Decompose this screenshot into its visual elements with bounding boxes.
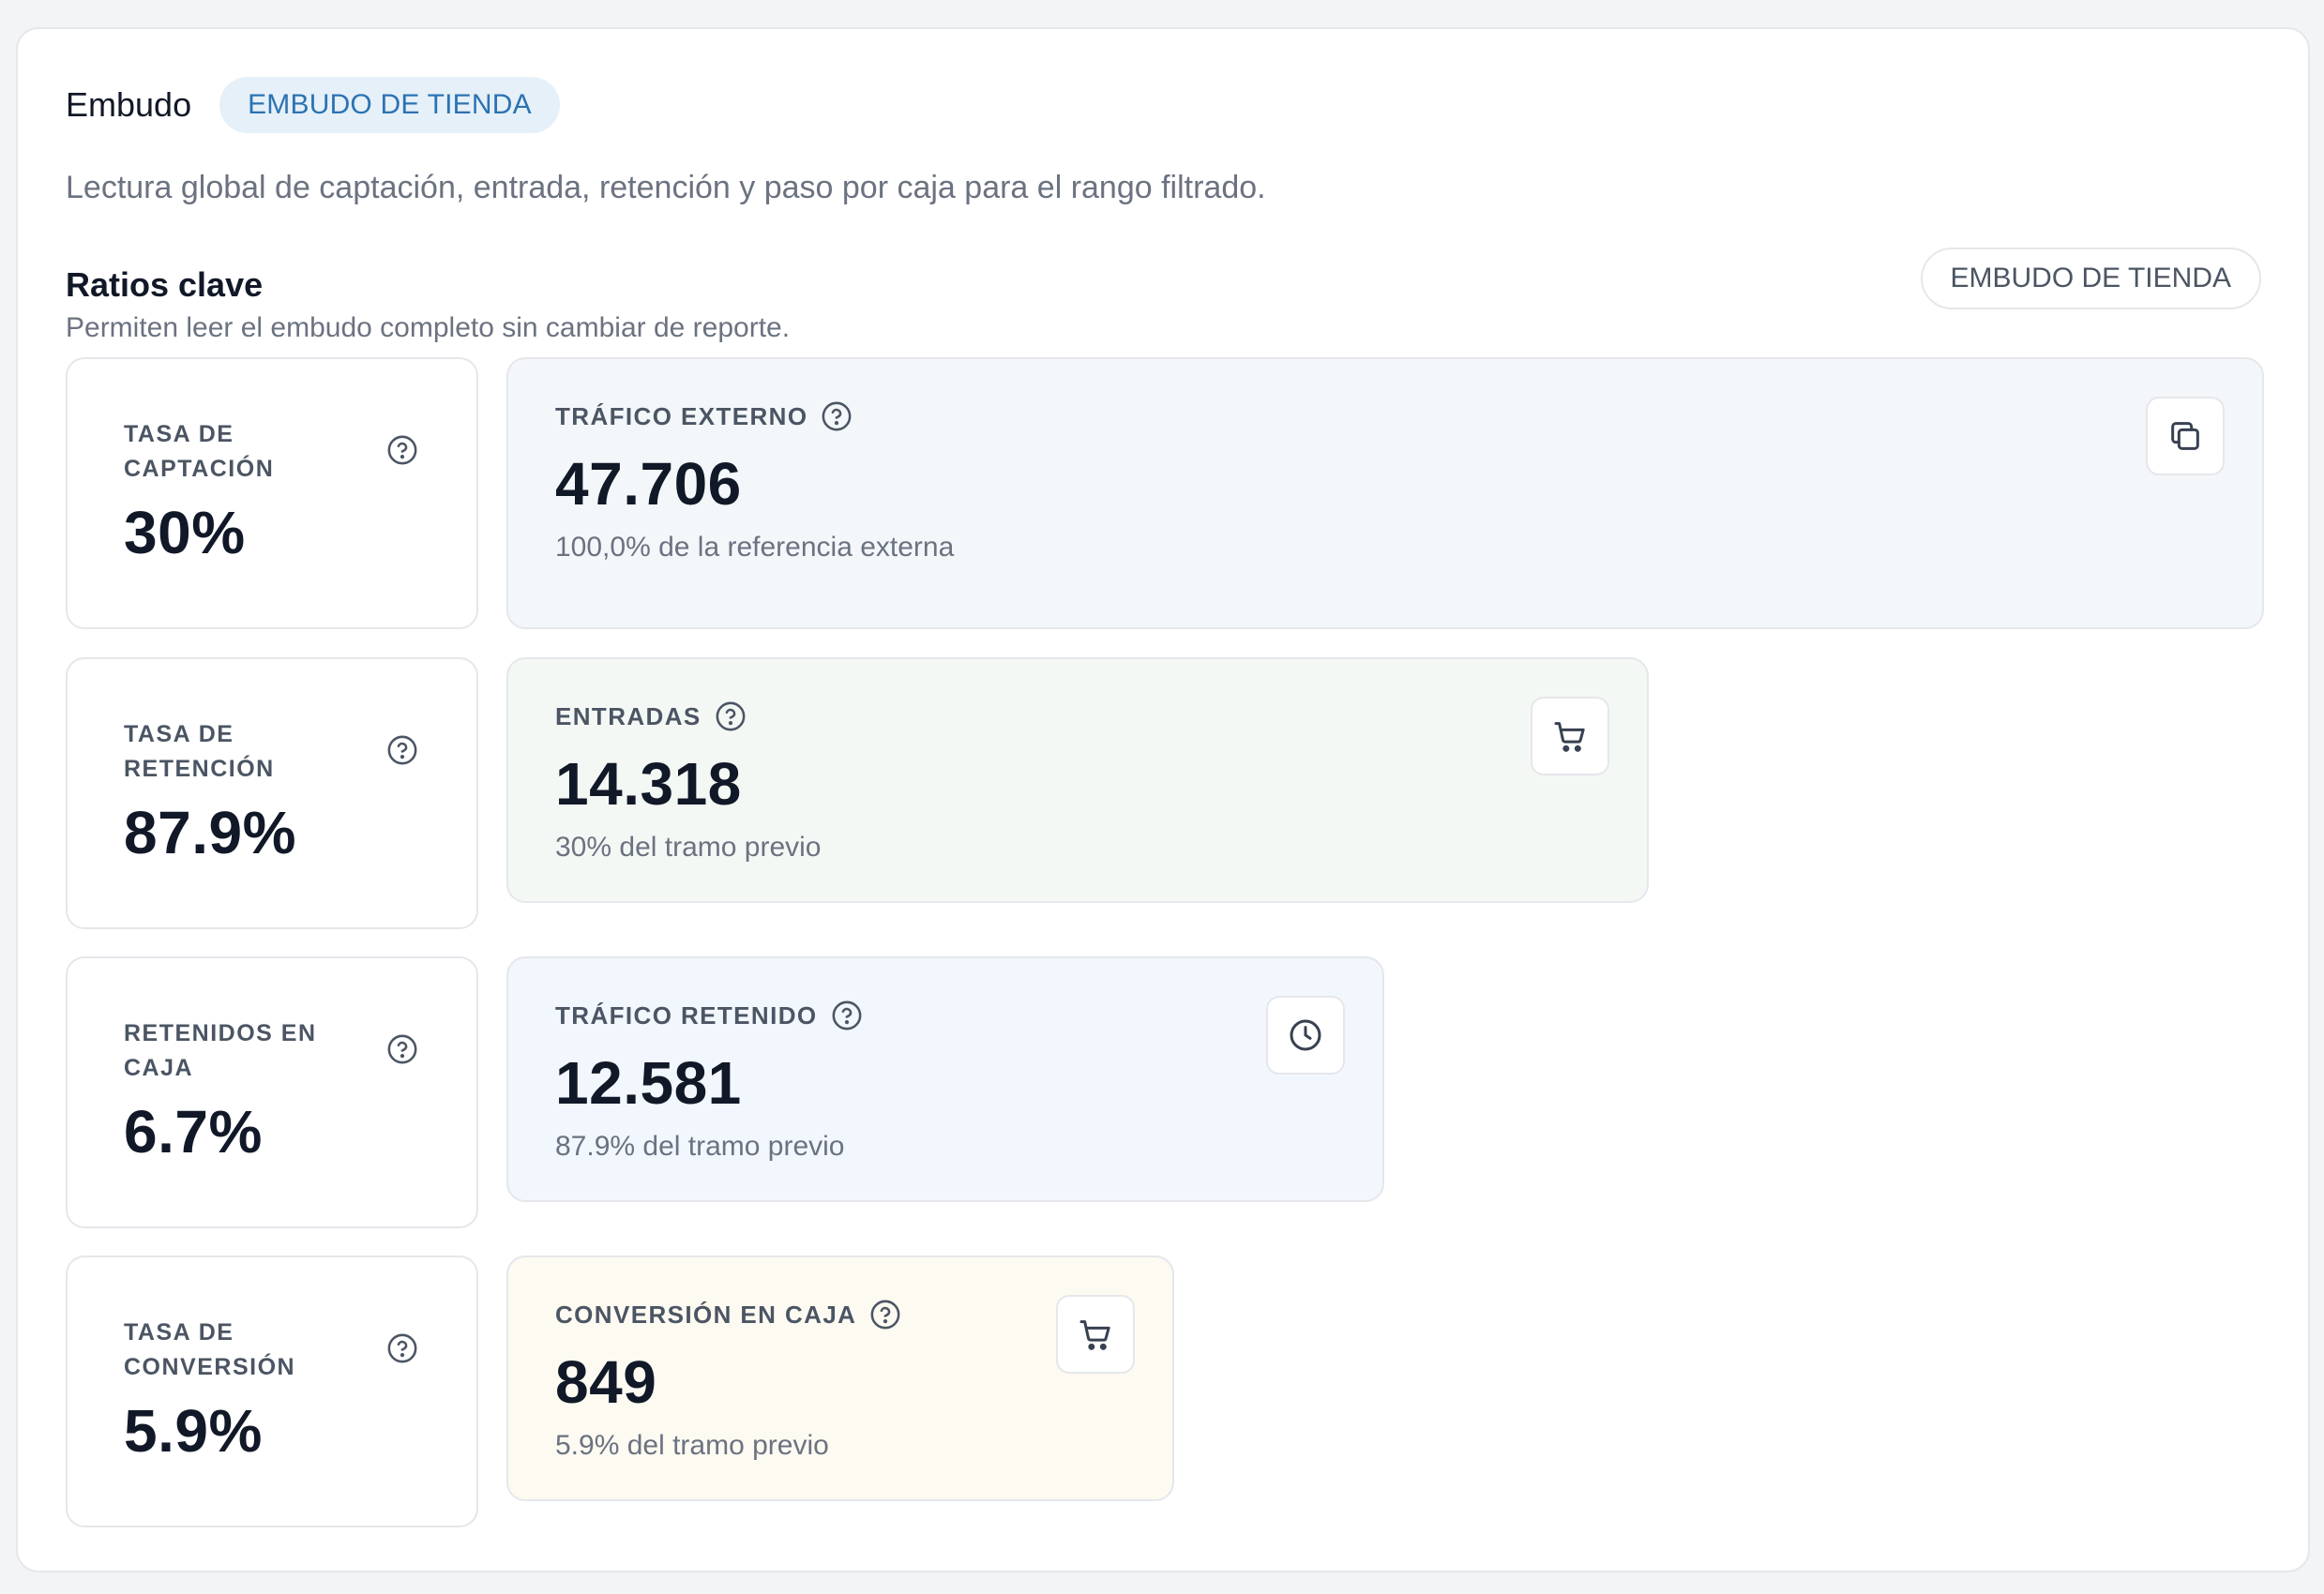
- stage-card-conversion-caja: CONVERSIÓN EN CAJA 849 5.9% del tramo pr…: [506, 1256, 1174, 1501]
- panel-header: Embudo EMBUDO DE TIENDA: [66, 77, 560, 133]
- stage-subtitle: 30% del tramo previo: [555, 832, 822, 863]
- copy-icon: [2171, 422, 2199, 450]
- stage-value: 47.706: [555, 450, 742, 518]
- section-subtitle: Permiten leer el embudo completo sin cam…: [66, 312, 791, 343]
- stage-label: ENTRADAS: [555, 701, 702, 730]
- cart-icon: [1079, 1320, 1110, 1350]
- stage-card-entradas: ENTRADAS 14.318 30% del tramo previo: [506, 657, 1649, 903]
- stage-value: 14.318: [555, 750, 742, 818]
- ratio-label: RETENIDOS EN CAJA: [124, 1020, 317, 1081]
- stage-label: TRÁFICO EXTERNO: [555, 401, 808, 430]
- cart-button[interactable]: [1056, 1295, 1135, 1374]
- help-icon[interactable]: [386, 434, 418, 466]
- stage-card-trafico-retenido: TRÁFICO RETENIDO 12.581 87.9% del tramo …: [506, 956, 1384, 1202]
- help-icon[interactable]: [386, 1033, 418, 1065]
- clock-button[interactable]: [1266, 996, 1345, 1075]
- ratio-card-conversion: TASA DE CONVERSIÓN 5.9%: [66, 1256, 478, 1527]
- ratio-label: TASA DE CONVERSIÓN: [124, 1319, 296, 1380]
- ratio-label: TASA DE CAPTACIÓN: [124, 421, 275, 482]
- section-title: Ratios clave: [66, 265, 264, 304]
- stage-label: TRÁFICO RETENIDO: [555, 1000, 818, 1030]
- panel-description: Lectura global de captación, entrada, re…: [66, 170, 1266, 205]
- panel-title: Embudo: [66, 85, 192, 124]
- funnel-panel: Embudo EMBUDO DE TIENDA Lectura global d…: [16, 27, 2310, 1572]
- help-icon[interactable]: [869, 1299, 901, 1331]
- stage-label: CONVERSIÓN EN CAJA: [555, 1300, 857, 1329]
- stage-subtitle: 100,0% de la referencia externa: [555, 532, 955, 563]
- stage-card-trafico-externo: TRÁFICO EXTERNO 47.706 100,0% de la refe…: [506, 357, 2264, 629]
- help-icon[interactable]: [831, 1000, 863, 1031]
- ratio-value: 6.7%: [124, 1098, 263, 1165]
- help-icon[interactable]: [386, 1332, 418, 1364]
- ratio-label: TASA DE RETENCIÓN: [124, 721, 275, 782]
- copy-button[interactable]: [2146, 397, 2225, 475]
- stage-subtitle: 5.9% del tramo previo: [555, 1430, 829, 1461]
- clock-icon: [1290, 1019, 1321, 1051]
- help-icon[interactable]: [715, 700, 747, 732]
- funnel-badge: EMBUDO DE TIENDA: [219, 77, 560, 133]
- report-tag[interactable]: EMBUDO DE TIENDA: [1920, 248, 2261, 309]
- ratio-card-retencion: TASA DE RETENCIÓN 87.9%: [66, 657, 478, 929]
- ratio-card-retenidos-caja: RETENIDOS EN CAJA 6.7%: [66, 956, 478, 1228]
- ratio-value: 30%: [124, 499, 246, 566]
- stage-subtitle: 87.9% del tramo previo: [555, 1131, 845, 1162]
- help-icon[interactable]: [386, 734, 418, 766]
- cart-icon: [1554, 722, 1585, 752]
- cart-button[interactable]: [1531, 697, 1609, 775]
- stage-value: 849: [555, 1348, 657, 1416]
- ratio-value: 87.9%: [124, 799, 296, 866]
- help-icon[interactable]: [821, 400, 853, 432]
- ratio-card-captacion: TASA DE CAPTACIÓN 30%: [66, 357, 478, 629]
- stage-value: 12.581: [555, 1049, 742, 1117]
- ratio-value: 5.9%: [124, 1397, 263, 1465]
